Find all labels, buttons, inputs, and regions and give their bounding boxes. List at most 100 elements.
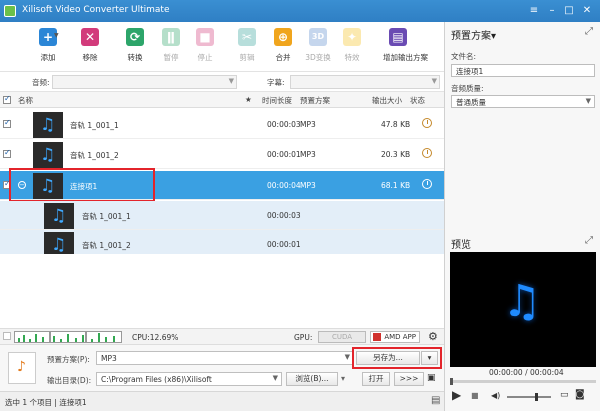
convert-icon: ⟳ <box>126 28 144 46</box>
more-button[interactable]: >>> <box>394 372 424 386</box>
preview-seek-bar[interactable] <box>450 378 596 385</box>
3d-button[interactable]: 3D 3D变换 <box>303 28 333 63</box>
filename-input[interactable]: 连接项1 <box>451 64 595 77</box>
select-all-checkbox[interactable] <box>3 94 11 104</box>
expand-icon[interactable]: ⤢ <box>585 235 593 246</box>
row-name: 音轨 1_001_2 <box>82 241 131 250</box>
stop-icon[interactable]: ■ <box>471 391 479 400</box>
preview-title: 预览 <box>451 240 471 251</box>
merge-icon: ⊕ <box>274 28 292 46</box>
row-duration: 00:00:01 <box>267 240 301 249</box>
effect-icon: ✦ <box>343 28 361 46</box>
table-row[interactable]: ♫ 音轨 1_001_1 00:00:03 MP3 47.8 KB <box>0 110 444 139</box>
performance-bar: CPU:12.69% GPU: CUDA AMD APP ⚙ <box>0 328 444 344</box>
row-duration: 00:00:03 <box>267 211 301 220</box>
column-name[interactable]: 名称 <box>18 95 33 106</box>
expand-icon[interactable]: ⤢ <box>585 26 593 37</box>
add-profile-icon: ▤ <box>389 28 407 46</box>
row-checkbox[interactable] <box>3 118 11 128</box>
close-button[interactable]: ✕ <box>580 4 594 17</box>
clip-icon: ✂ <box>238 28 256 46</box>
profile-select[interactable]: MP3 ▼ <box>96 351 354 365</box>
snapshot-folder-icon[interactable]: ▭ <box>560 390 569 400</box>
folder-icon[interactable]: ▣ <box>427 373 436 383</box>
cpu-meter-2 <box>50 331 86 343</box>
volume-icon[interactable]: ◀) <box>491 391 500 400</box>
remove-label: 移除 <box>82 53 98 62</box>
preview-screen: ♫ <box>450 252 596 367</box>
subtitle-select[interactable]: ▼ <box>290 75 440 89</box>
file-list-header: 名称 ★ 时间长度 预置方案 输出大小 状态 <box>0 92 444 108</box>
camera-icon[interactable]: ◙ <box>575 389 585 400</box>
stop-button[interactable]: ■ 停止 <box>190 28 220 63</box>
output-format-thumbnail: ♪ <box>8 352 36 384</box>
row-name: 音轨 1_001_2 <box>70 151 119 160</box>
volume-slider[interactable] <box>507 393 551 401</box>
output-dir-label: 输出目录(D): <box>47 376 92 385</box>
merge-button[interactable]: ⊕ 合并 <box>268 28 298 63</box>
file-list-empty-area <box>0 254 444 326</box>
subtitle-label: 字幕: <box>267 78 285 87</box>
preview-time: 00:00:00 / 00:00:04 <box>489 368 564 377</box>
pause-button[interactable]: ǁ 暂停 <box>156 28 186 63</box>
log-icon[interactable]: ▤ <box>431 395 440 406</box>
row-duration: 00:00:04 <box>267 181 301 190</box>
quality-select[interactable]: 普通质量 ▼ <box>451 95 595 108</box>
status-bar: 选中 1 个项目 | 连接项1 ▤ <box>0 391 444 411</box>
convert-label: 转换 <box>127 53 143 62</box>
remove-icon: ✕ <box>81 28 99 46</box>
merge-label: 合并 <box>275 53 291 62</box>
maximize-button[interactable]: □ <box>562 4 576 17</box>
row-format: MP3 <box>300 181 316 190</box>
quality-value: 普通质量 <box>456 98 486 107</box>
close-meter-icon[interactable] <box>3 332 11 340</box>
3d-icon: 3D <box>309 28 327 46</box>
output-dir-select[interactable]: C:\Program Files (x86)\Xilisoft ▼ <box>96 372 282 386</box>
cpu-usage-text: CPU:12.69% <box>132 333 179 342</box>
column-output-size[interactable]: 输出大小 <box>372 95 402 106</box>
filename-label: 文件名: <box>451 52 477 61</box>
remove-button[interactable]: ✕ 移除 <box>75 28 105 63</box>
convert-button[interactable]: ⟳ 转换 <box>120 28 150 63</box>
open-button[interactable]: 打开 <box>362 372 390 386</box>
settings-menu-icon[interactable]: ≡ <box>527 4 541 17</box>
chevron-down-icon[interactable]: ▾ <box>341 374 345 383</box>
cpu-meter-1 <box>14 331 50 343</box>
effect-button[interactable]: ✦ 特效 <box>337 28 367 63</box>
chevron-down-icon[interactable]: ▼ <box>54 32 59 39</box>
column-status[interactable]: 状态 <box>410 95 425 106</box>
clock-icon <box>422 118 432 128</box>
amd-app-toggle[interactable]: AMD APP <box>370 331 420 343</box>
effect-label: 特效 <box>344 53 360 62</box>
music-note-icon: ♫ <box>502 276 542 327</box>
column-star[interactable]: ★ <box>245 95 252 104</box>
audio-thumbnail: ♫ <box>44 203 74 229</box>
gear-icon[interactable]: ⚙ <box>428 330 438 343</box>
cuda-toggle[interactable]: CUDA <box>318 331 366 343</box>
profile-value: MP3 <box>101 354 117 363</box>
row-format: MP3 <box>300 150 316 159</box>
browse-label: 浏览(B)... <box>295 374 329 383</box>
row-size: 20.3 KB <box>381 150 411 159</box>
amd-app-label: AMD APP <box>384 333 416 341</box>
add-profile-button[interactable]: ▤ 增加输出方案 <box>383 28 428 63</box>
table-row-child[interactable]: ♫ 音轨 1_001_1 00:00:03 <box>0 201 444 230</box>
row-checkbox[interactable] <box>3 148 11 158</box>
clip-button[interactable]: ✂ 剪辑 <box>232 28 262 63</box>
column-duration[interactable]: 时间长度 <box>262 95 292 106</box>
chevron-down-icon: ▼ <box>431 77 437 85</box>
play-icon[interactable]: ▶ <box>452 388 461 402</box>
add-button[interactable]: + ▼ 添加 <box>33 28 63 63</box>
browse-button[interactable]: 浏览(B)... <box>286 372 338 386</box>
row-size: 47.8 KB <box>381 120 411 129</box>
minimize-button[interactable]: – <box>545 4 559 17</box>
column-profile[interactable]: 预置方案 <box>300 95 330 106</box>
audio-select[interactable]: ▼ <box>52 75 237 89</box>
table-row[interactable]: ♫ 音轨 1_001_2 00:00:01 MP3 20.3 KB <box>0 140 444 169</box>
properties-panel: 预置方案▾ ⤢ 文件名: 连接项1 音频质量: 普通质量 ▼ 预览 ⤢ ♫ 00… <box>444 22 600 411</box>
chevron-down-icon: ▼ <box>344 353 350 361</box>
app-logo-icon <box>4 5 16 17</box>
row-name: 音轨 1_001_1 <box>70 121 119 130</box>
profile-panel-title[interactable]: 预置方案▾ <box>451 27 496 42</box>
chevron-down-icon: ▼ <box>585 97 591 105</box>
